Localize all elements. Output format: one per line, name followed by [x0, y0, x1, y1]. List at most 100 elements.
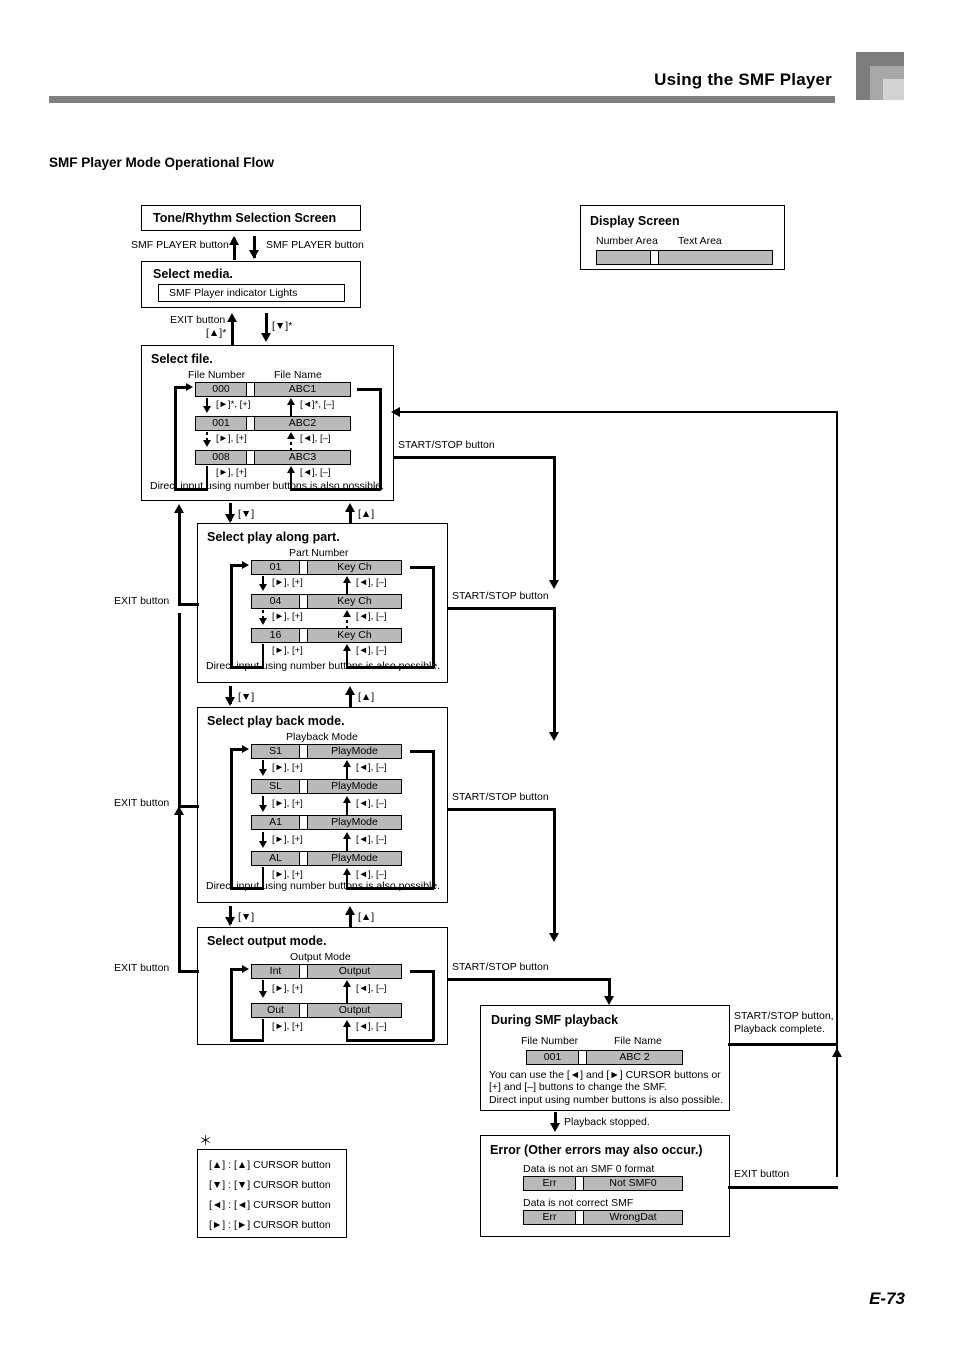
during-playback-col2-label: File Name [614, 1035, 662, 1047]
file-row-2-divider [247, 450, 254, 465]
display-screen-lcd [596, 250, 773, 265]
part-loopr-right [432, 566, 435, 668]
part-row-1: 04 Key Ch [251, 594, 402, 609]
playback-step-up-2-label: [◄], [–] [356, 834, 387, 845]
select-file-col2-label: File Name [274, 369, 322, 381]
exit5-h [728, 1186, 838, 1189]
select-part-title: Select play along part. [207, 530, 340, 544]
legend-row-1: [▼] : [▼] CURSOR button [209, 1179, 331, 1191]
edge-down-2-arrow [225, 697, 235, 706]
playback-loop-arrow [242, 745, 249, 753]
file-step-down-0-label: [►]*, [+] [216, 399, 251, 410]
playback-loopr-top [410, 750, 434, 753]
startstop1-arrow [549, 580, 559, 589]
file-step-up-1-label: [◄], [–] [300, 433, 331, 444]
label-down-3: [▼] [238, 911, 255, 923]
file-step-down-1-arrow [203, 440, 211, 447]
output-step-up-0-label: [◄], [–] [356, 983, 387, 994]
file-loopr-top [357, 388, 381, 391]
exit4-v [178, 812, 181, 972]
exit2-v [178, 510, 181, 604]
playback-loopr-right [432, 750, 435, 889]
section-title: SMF Player Mode Operational Flow [49, 155, 275, 170]
playback-row-1-divider [300, 779, 307, 794]
output-row-1-divider [300, 1003, 307, 1018]
during-playback-title: During SMF playback [491, 1013, 619, 1027]
during-playback-note-3: Direct input using number buttons is als… [489, 1094, 724, 1106]
label-exit-button-3: EXIT button [114, 797, 170, 809]
exit2-h [178, 603, 199, 606]
logo-square-inner [883, 79, 904, 100]
error-case-2-divider [576, 1210, 583, 1225]
error-case-1-number: Err [523, 1176, 576, 1191]
part-row-0-divider [300, 560, 307, 575]
output-row-0-divider [300, 964, 307, 979]
node-tone-rhythm-selection: Tone/Rhythm Selection Screen [141, 205, 361, 231]
select-playback-col-label: Playback Mode [286, 731, 358, 743]
startstop4-arrow [604, 996, 614, 1005]
playback-row-0-name: PlayMode [307, 744, 402, 759]
during-playback-col1-label: File Number [521, 1035, 579, 1047]
output-row-0-number: Int [251, 964, 300, 979]
label-up-3: [▲] [358, 911, 375, 923]
return-arrow-riser [836, 411, 838, 1177]
label-exit-button-5: EXIT button [734, 1168, 790, 1180]
edge-up-3-arrow [345, 906, 355, 915]
playback-row-1-number: SL [251, 779, 300, 794]
legend-asterisk: ＊ [199, 1133, 213, 1148]
label-start-stop-2: START/STOP button [452, 590, 549, 602]
file-step-up-1-arrow [287, 432, 295, 439]
label-down-2: [▼] [238, 691, 255, 703]
smf-indicator-label: SMF Player indicator Lights [169, 287, 298, 299]
lcd-number-area [596, 250, 651, 265]
output-step-down-1 [262, 1019, 264, 1041]
output-row-0-name: Output [307, 964, 402, 979]
output-loop-arrow [242, 965, 249, 973]
display-screen-title: Display Screen [590, 214, 680, 228]
lcd-text-area [658, 250, 773, 265]
exit3-v [178, 613, 181, 806]
file-row-0-number: 000 [195, 382, 247, 397]
label-exit-button-2: EXIT button [114, 595, 170, 607]
playback-step-up-1-arrow [343, 796, 351, 803]
part-row-0-name: Key Ch [307, 560, 402, 575]
part-step-down-0-arrow [259, 584, 267, 591]
file-row-1: 001 ABC2 [195, 416, 351, 431]
label-up-1: [▲] [358, 508, 375, 520]
exit4-arrow [174, 806, 184, 815]
label-smf-player-button-down: SMF PLAYER button [266, 239, 364, 251]
part-loop-arrow [242, 561, 249, 569]
file-row-2: 008 ABC3 [195, 450, 351, 465]
text-area-label: Text Area [678, 235, 722, 247]
output-step-up-1-arrow [343, 1020, 351, 1027]
startstop2-h [447, 607, 556, 610]
during-playback-note-2: [+] and [–] buttons to change the SMF. [489, 1081, 667, 1093]
select-media-title: Select media. [153, 267, 233, 281]
legend-row-3: [►] : [►] CURSOR button [209, 1219, 331, 1231]
part-step-down-0-label: [►], [+] [272, 577, 303, 588]
error-case-2-row: Err WrongDat [523, 1210, 683, 1225]
select-playback-note: Direct input using number buttons is als… [206, 880, 441, 892]
select-file-col1-label: File Number [188, 369, 246, 381]
legend-box: [▲] : [▲] CURSOR button [▼] : [▼] CURSOR… [197, 1149, 347, 1238]
part-loop-left [230, 564, 233, 668]
header-rule [49, 96, 835, 103]
part-row-0: 01 Key Ch [251, 560, 402, 575]
file-row-0-name: ABC1 [254, 382, 351, 397]
node-select-play-along-part: Select play along part. Part Number 01 K… [197, 523, 448, 683]
file-row-0: 000 ABC1 [195, 382, 351, 397]
playback-row-0: S1 PlayMode [251, 744, 402, 759]
file-step-up-0-label: [◄]*, [–] [300, 399, 335, 410]
playback-stopped-arrow [550, 1123, 560, 1132]
output-row-0: Int Output [251, 964, 402, 979]
label-start-stop-1: START/STOP button [398, 439, 495, 451]
label-up-2: [▲] [358, 691, 375, 703]
select-playback-title: Select play back mode. [207, 714, 345, 728]
output-step-up-0-arrow [343, 980, 351, 987]
playback-row-0-number: S1 [251, 744, 300, 759]
output-loop-left [230, 968, 233, 1041]
output-step-down-0-label: [►], [+] [272, 983, 303, 994]
playback-row-3: AL PlayMode [251, 851, 402, 866]
playback-row-3-divider [300, 851, 307, 866]
part-row-2-number: 16 [251, 628, 300, 643]
